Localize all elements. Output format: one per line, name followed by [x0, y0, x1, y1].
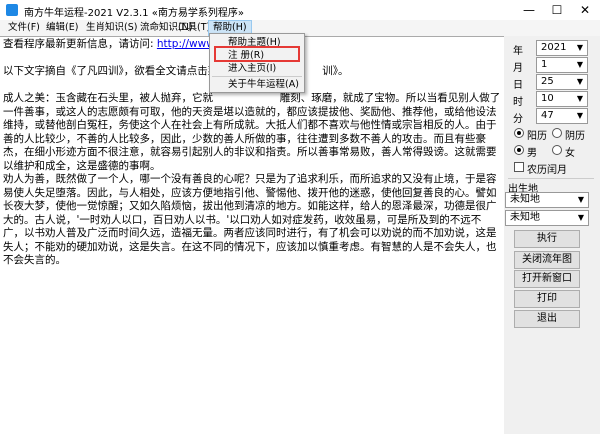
info-text: 查看程序最新更新信息，请访问: [3, 38, 154, 50]
hour-label: 时 [513, 97, 523, 108]
intro-text: 以下文字摘自《了凡四训》，欲看全文请点击菜 [3, 65, 219, 77]
execute-button[interactable]: 执行 [514, 230, 580, 248]
maximize-button[interactable]: ☐ [542, 0, 572, 20]
content-text[interactable]: 查看程序最新更新信息，请访问: http://www.n 以下文字摘自《了凡四训… [0, 36, 504, 434]
year-select[interactable]: 2021 ▼ [536, 40, 588, 56]
menu-zodiac[interactable]: 生肖知识(S) [82, 21, 141, 35]
title-bar: 南方牛年运程-2021 V2.3.1 «南方易学系列程序» — ☐ ✕ [0, 0, 600, 21]
close-chart-button[interactable]: 关闭流年图 [514, 251, 580, 269]
male-radio[interactable] [514, 145, 524, 155]
birthplace-select-2[interactable]: 未知地 ▼ [505, 210, 589, 226]
male-label: 男 [527, 148, 537, 159]
solar-radio[interactable] [514, 128, 524, 138]
menu-file[interactable]: 文件(F) [4, 21, 44, 35]
register-highlight [214, 46, 300, 62]
lunar-radio[interactable] [552, 128, 562, 138]
hour-select[interactable]: 10 ▼ [536, 91, 588, 107]
lunar-label: 阴历 [565, 131, 585, 142]
day-select[interactable]: 25 ▼ [536, 74, 588, 90]
chevron-down-icon: ▼ [576, 94, 584, 103]
dropdown-about[interactable]: 关于牛年运程(A) [228, 78, 299, 91]
paragraph-1: 成人之美：玉含藏在石头里，被人抛弃，它就 雕刻、琢磨，就成了宝物。所以当看见别人… [3, 92, 501, 172]
app-icon [6, 4, 18, 16]
minute-label: 分 [513, 114, 523, 125]
dropdown-homepage[interactable]: 进入主页(I) [228, 62, 276, 75]
chevron-down-icon: ▼ [576, 77, 584, 86]
female-label: 女 [565, 148, 575, 159]
day-label: 日 [513, 80, 523, 91]
panel-divider [508, 178, 594, 179]
paragraph-2: 劝人为善，既然做了一个人，哪一个没有善良的心呢？只是为了追求利乐，而所追求的又没… [3, 173, 497, 266]
leap-month-checkbox[interactable] [514, 162, 524, 172]
solar-label: 阳历 [527, 131, 547, 142]
birthplace-select-1[interactable]: 未知地 ▼ [505, 192, 589, 208]
female-radio[interactable] [552, 145, 562, 155]
print-button[interactable]: 打印 [514, 290, 580, 308]
leap-month-label: 农历闰月 [527, 165, 567, 176]
chevron-down-icon: ▼ [577, 213, 585, 222]
month-select[interactable]: 1 ▼ [536, 57, 588, 73]
dropdown-separator [212, 76, 302, 77]
new-window-button[interactable]: 打开新窗口 [514, 270, 580, 288]
chevron-down-icon: ▼ [576, 111, 584, 120]
month-label: 月 [513, 63, 523, 74]
exit-button[interactable]: 退出 [514, 310, 580, 328]
chevron-down-icon: ▼ [576, 60, 584, 69]
chevron-down-icon: ▼ [577, 195, 585, 204]
window-title: 南方牛年运程-2021 V2.3.1 «南方易学系列程序» [24, 8, 244, 19]
help-dropdown-menu: 帮助主题(H) 注 册(R) 进入主页(I) 关于牛年运程(A) [209, 33, 305, 93]
minimize-button[interactable]: — [514, 0, 544, 20]
menu-edit[interactable]: 编辑(E) [42, 21, 82, 35]
minute-select[interactable]: 47 ▼ [536, 108, 588, 124]
year-label: 年 [513, 46, 523, 57]
chevron-down-icon: ▼ [576, 43, 584, 52]
intro-tail: 训》。 [322, 65, 349, 77]
close-button[interactable]: ✕ [570, 0, 600, 20]
